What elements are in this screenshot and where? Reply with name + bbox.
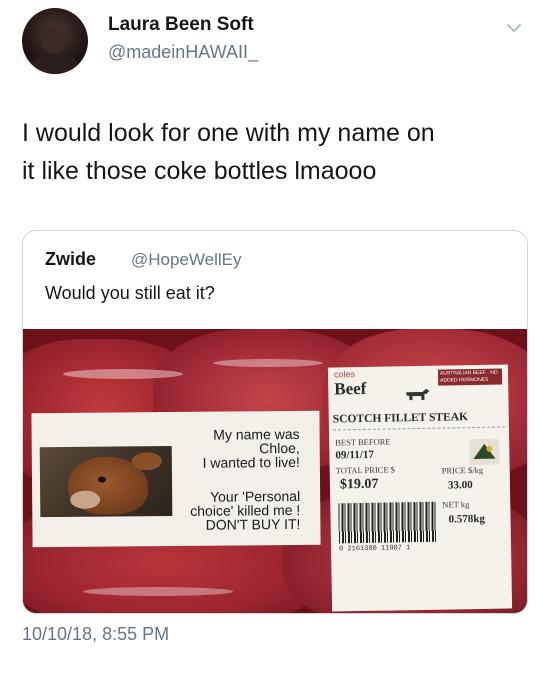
fat-marbling [63,369,183,379]
avatar[interactable] [22,8,88,74]
label-total-price: $19.07 [339,476,379,493]
author-handle[interactable]: @madeinHAWAII_ [108,42,258,63]
label-total-price-label: TOTAL PRICE $ [335,464,396,476]
tweet-header: Laura Been Soft @madeinHAWAII_ [0,0,540,90]
label-barcode-digits: 0 2161300 11907 1 [338,544,411,554]
calf-eye [97,476,107,483]
tweet-text-line: it like those coke bottles lmaooo [22,157,377,185]
label-category: Beef [334,378,367,399]
cow-icon [404,386,430,402]
chevron-down-icon[interactable] [504,18,524,38]
label-price-per-kg: 33.00 [447,479,473,492]
quoted-text: Would you still eat it? [45,283,215,303]
label-badge: AUSTRALIAN BEEF · NO ADDED HORMONES [437,368,503,386]
fat-marbling [83,587,233,596]
label-price-per-kg-label: PRICE $/kg [441,464,484,476]
tweet-timestamp[interactable]: 10/10/18, 8:55 PM [22,624,169,645]
fat-marbling [213,359,323,367]
price-label: coles Beef AUSTRALIAN BEEF · NO ADDED HO… [327,364,513,612]
note-line: DON'T BUY IT! [205,515,301,533]
label-net-kg-label: NET kg [442,499,470,510]
tweet-text-line: I would look for one with my name on [22,119,435,147]
label-net-kg: 0.578kg [448,512,486,526]
handwritten-note-card: My name was Chloe, I wanted to live! You… [31,410,321,548]
australian-logo-icon [469,438,500,466]
avatar-shoulder [30,54,80,74]
label-best-before: 09/11/17 [335,448,375,462]
tweet-text: I would look for one with my name on it … [22,114,522,190]
quoted-handle: @HopeWellEy [131,250,242,269]
label-product: SCOTCH FILLET STEAK [332,411,469,426]
label-best-before-label: BEST BEFORE [335,436,391,448]
label-divider [332,426,505,431]
author-display-name[interactable]: Laura Been Soft [108,14,254,36]
quoted-display-name: Zwide [45,249,97,269]
barcode [338,501,437,544]
calf-ear [131,452,162,471]
calf-photo [39,446,173,518]
note-line: I wanted to live! [202,453,300,471]
avatar-face [42,26,66,54]
label-brand: coles [333,369,356,380]
